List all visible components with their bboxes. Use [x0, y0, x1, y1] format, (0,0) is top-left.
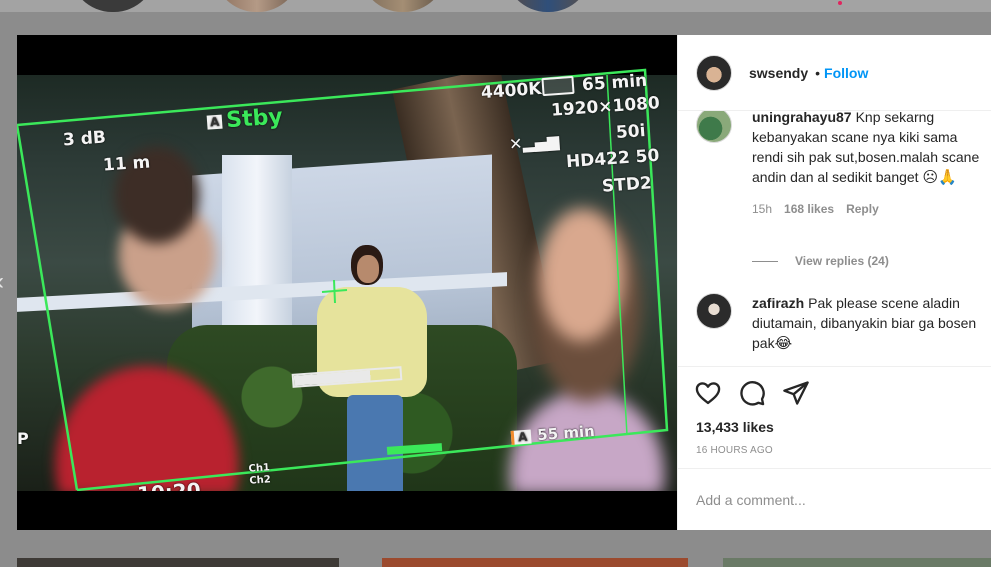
- frame-rate-readout: 50i: [615, 120, 647, 144]
- signal-strength-icon: ✕▂▄▆: [508, 131, 560, 154]
- background-grid-thumbnail: [17, 558, 339, 567]
- audio-channels: Ch1 Ch2: [248, 462, 271, 487]
- background-grid-thumbnail: [723, 558, 991, 567]
- header-separator: •: [815, 64, 821, 81]
- post-actions: 13,433 likes 16 HOURS AGO: [678, 366, 991, 468]
- comment-time[interactable]: 15h: [752, 199, 772, 219]
- gain-readout: 3 dB: [62, 127, 107, 151]
- view-replies-line: [752, 260, 778, 262]
- comment-item: zafirazh Pak please scene aladin diutamai…: [696, 293, 986, 353]
- white-balance-readout: 4400K: [480, 78, 543, 104]
- standby-indicator: A Stby: [206, 104, 284, 134]
- author-avatar[interactable]: [696, 54, 732, 91]
- background-feed-strip: [0, 0, 991, 12]
- comment-bubble-icon[interactable]: [738, 379, 766, 407]
- comment-item: uningrahayu87 Knp sekarng kebanyakan scan…: [696, 111, 986, 219]
- background-story-thumbnail: [505, 0, 591, 12]
- view-replies-button[interactable]: View replies (24): [752, 254, 889, 268]
- background-story-thumbnail: [70, 0, 156, 12]
- letterbox-band: [17, 491, 677, 530]
- post-modal: A Stby 3 dB 11 m 4400K 65 min 1920×1080 ✕…: [17, 35, 991, 530]
- notification-dot: [838, 1, 842, 5]
- post-timestamp[interactable]: 16 HOURS AGO: [696, 445, 773, 456]
- paper-plane-icon[interactable]: [782, 379, 810, 407]
- comment-emoji: ☹🙏: [922, 168, 957, 186]
- post-sidebar: swsendy • Follow uningrahayu87 Knp sekarn…: [677, 35, 991, 530]
- author-username[interactable]: swsendy: [749, 65, 808, 81]
- audio-channel-2: Ch2: [249, 474, 272, 487]
- heart-icon[interactable]: [694, 379, 722, 407]
- view-replies-label: View replies (24): [795, 254, 889, 268]
- follow-button[interactable]: Follow: [824, 65, 868, 81]
- comment-likes[interactable]: 168 likes: [784, 199, 834, 219]
- mode-label: P: [17, 429, 29, 448]
- post-likes-count[interactable]: 13,433 likes: [696, 419, 774, 435]
- commenter-avatar[interactable]: [696, 293, 732, 329]
- picture-profile-readout: STD2: [601, 173, 653, 197]
- action-icons: [694, 379, 810, 407]
- previous-post-chevron-icon[interactable]: ‹: [0, 268, 4, 296]
- comment-emoji: 😂: [774, 334, 793, 352]
- background-grid-thumbnail: [382, 558, 688, 567]
- blurred-foreground-man: [47, 135, 257, 491]
- battery-icon: [541, 75, 575, 97]
- reply-button[interactable]: Reply: [846, 199, 879, 219]
- post-media[interactable]: A Stby 3 dB 11 m 4400K 65 min 1920×1080 ✕…: [17, 35, 677, 530]
- add-comment-input[interactable]: [696, 491, 976, 508]
- add-comment-bar: [678, 468, 991, 530]
- commenter-username[interactable]: zafirazh: [752, 295, 804, 311]
- background-story-thumbnail: [214, 0, 300, 12]
- post-header: swsendy • Follow: [678, 35, 991, 111]
- comments-list[interactable]: uningrahayu87 Knp sekarng kebanyakan scan…: [678, 111, 991, 366]
- commenter-username[interactable]: uningrahayu87: [752, 111, 852, 125]
- commenter-avatar[interactable]: [696, 111, 732, 143]
- background-story-thumbnail: [360, 0, 446, 12]
- focus-distance-readout: 11 m: [102, 152, 151, 176]
